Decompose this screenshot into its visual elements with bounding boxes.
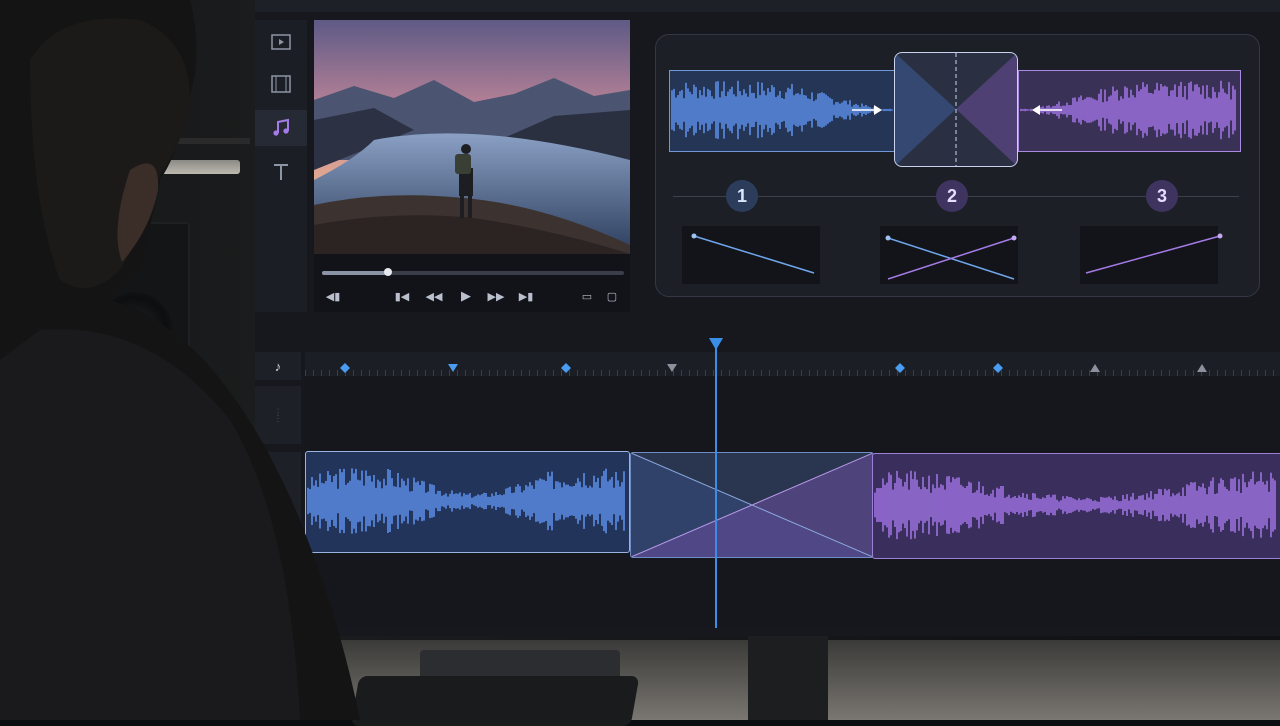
- crossfade-overlay: [631, 453, 873, 557]
- app-top-bar: [255, 0, 1280, 12]
- rewind-icon: ◀◀: [425, 290, 443, 303]
- fullscreen-icon: ▢: [606, 290, 618, 303]
- skip-forward-icon: ▶▮: [518, 290, 534, 303]
- fade-in-graph: [1080, 226, 1223, 284]
- timeline-marker[interactable]: [993, 360, 1003, 373]
- direction-arrows: [852, 105, 1062, 115]
- step-2-badge: 2: [936, 180, 968, 212]
- play-icon: ▶: [461, 288, 471, 303]
- timeline-marker[interactable]: [448, 360, 458, 372]
- timeline-marker[interactable]: [895, 360, 905, 373]
- person-silhouette: [0, 0, 360, 720]
- scrub-handle[interactable]: [384, 268, 393, 276]
- crossfade-diagram-panel: 1 2 3: [655, 34, 1260, 297]
- timeline-panel: ♪ ⋮⋮ 🔈︎ 🔈︎: [255, 338, 1280, 628]
- playhead[interactable]: [708, 338, 723, 628]
- aspect-button[interactable]: ▭: [578, 286, 596, 306]
- arrow-right-icon: [874, 105, 882, 115]
- skip-back-icon: ▮◀: [394, 290, 410, 303]
- rewind-button[interactable]: ◀◀: [424, 286, 444, 306]
- timeline-marker[interactable]: [1197, 360, 1207, 372]
- keyboard: [350, 676, 640, 726]
- timeline-crossfade[interactable]: [630, 452, 874, 558]
- step-1-badge: 1: [726, 180, 758, 212]
- crossfade-graph: [880, 226, 1018, 284]
- fast-forward-icon: ▶▶: [487, 290, 505, 303]
- timeline-marker[interactable]: [667, 360, 677, 372]
- monitor-stand: [748, 636, 828, 720]
- fast-forward-button[interactable]: ▶▶: [486, 286, 506, 306]
- aspect-icon: ▭: [581, 290, 593, 303]
- timeline-marker[interactable]: [1090, 360, 1100, 372]
- fullscreen-button[interactable]: ▢: [604, 286, 620, 306]
- skip-back-button[interactable]: ▮◀: [394, 286, 410, 306]
- monitor-screen: ◀▮ ▮◀ ◀◀ ▶ ▶▶ ▶▮ ▭ ▢ 1 2 3 ♪ ⋮ ⋮: [255, 0, 1280, 636]
- fade-out-graph: [682, 226, 820, 284]
- playhead-handle[interactable]: [708, 338, 723, 350]
- arrow-left-icon: [1032, 105, 1040, 115]
- timeline-marker[interactable]: [561, 360, 571, 373]
- skip-forward-button[interactable]: ▶▮: [518, 286, 534, 306]
- step-3-badge: 3: [1146, 180, 1178, 212]
- audio-clip-b[interactable]: [872, 453, 1280, 559]
- play-button[interactable]: ▶: [458, 286, 474, 306]
- clip-b-waveform: [874, 470, 1276, 540]
